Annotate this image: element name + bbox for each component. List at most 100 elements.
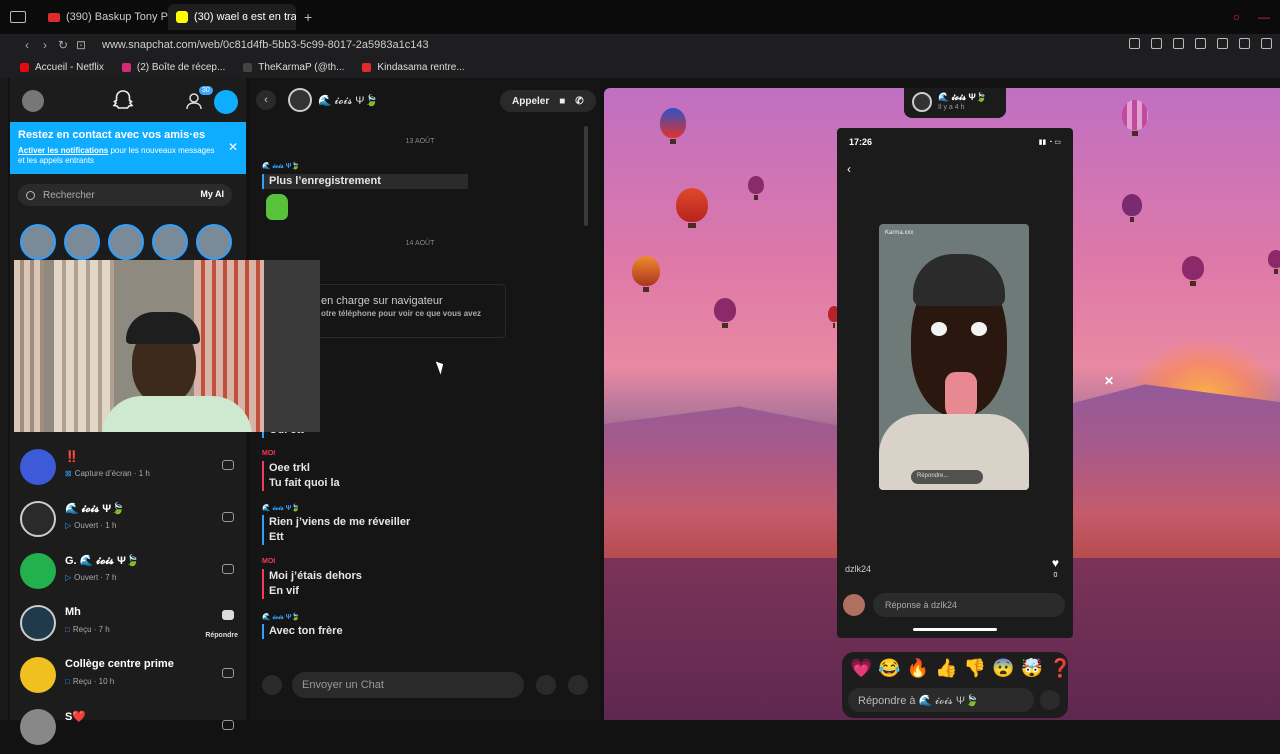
- message[interactable]: Avec ton frère: [262, 624, 343, 639]
- close-icon[interactable]: ✕: [1104, 374, 1114, 388]
- tab-snapchat[interactable]: (30) wael ɞ est en train d: [168, 4, 296, 30]
- search-input[interactable]: Rechercher My AI: [18, 184, 232, 206]
- avatar: [843, 594, 865, 616]
- fire-emoji-icon[interactable]: 🔥: [907, 658, 929, 679]
- avatar: [20, 605, 56, 641]
- camera-icon[interactable]: [222, 512, 234, 522]
- sticker-icon[interactable]: [568, 675, 588, 695]
- camera-icon[interactable]: [262, 675, 282, 695]
- list-item[interactable]: S❤️: [10, 702, 246, 754]
- forward-arrow-icon[interactable]: ›: [36, 38, 54, 52]
- camera-icon[interactable]: [222, 610, 234, 620]
- list-item[interactable]: ‼️ ⊠ Capture d’écran · 1 h: [10, 442, 246, 494]
- list-item[interactable]: Collège centre prime □ Reçu · 10 h: [10, 650, 246, 702]
- bookmark-label: (2) Boîte de récep...: [136, 61, 226, 73]
- message[interactable]: Moi j’étais dehors En vif: [262, 569, 362, 599]
- story-avatar[interactable]: [20, 224, 56, 260]
- message[interactable]: Rien j’viens de me réveiller Ett: [262, 515, 410, 545]
- contact-name[interactable]: 🌊 𝓲𝓸𝓲𝓼 Ψ🍃: [318, 94, 378, 108]
- home-indicator: [913, 628, 997, 631]
- chat-name: Collège centre prime: [65, 658, 174, 670]
- address-tools: [1129, 38, 1272, 49]
- balloon: [660, 108, 686, 144]
- url-field[interactable]: www.snapchat.com/web/0c81d4fb-5bb3-5c99-…: [102, 39, 429, 51]
- person-eye: [931, 322, 947, 336]
- close-icon[interactable]: ✕: [228, 140, 238, 154]
- message-line: Tu fait quoi la: [269, 477, 340, 489]
- camera-icon[interactable]: [222, 460, 234, 470]
- bookmark-youtube[interactable]: Kindasama rentre...: [362, 62, 465, 73]
- chat-status: ⊠ Capture d’écran · 1 h: [65, 469, 150, 478]
- new-chat-button[interactable]: [214, 90, 238, 114]
- reply-button[interactable]: Répondre: [205, 632, 238, 639]
- tab-overview-icon[interactable]: [10, 11, 26, 23]
- play-icon[interactable]: [1195, 38, 1206, 49]
- story-avatar[interactable]: [64, 224, 100, 260]
- profile-avatar[interactable]: [22, 90, 44, 112]
- bookmark-tiktok[interactable]: TheKarmaP (@th...: [243, 62, 344, 73]
- person-shirt: [102, 396, 252, 432]
- story-owner-name: 🌊 𝓲𝓸𝓲𝓼 Ψ🍃: [938, 92, 988, 102]
- thumbs-down-emoji-icon[interactable]: 👎: [964, 658, 986, 679]
- emoji-icon[interactable]: [536, 675, 556, 695]
- list-item[interactable]: 🌊 𝓲𝓸𝓲𝓼 Ψ🍃 ▷ Ouvert · 1 h: [10, 494, 246, 546]
- reload-icon[interactable]: ↻: [54, 38, 72, 52]
- heart-emoji-icon[interactable]: 💗: [850, 658, 872, 679]
- person-cap: [126, 312, 200, 344]
- list-item[interactable]: G. 🌊 𝓲𝓸𝓲𝓼 Ψ🍃 ▷ Ouvert · 7 h: [10, 546, 246, 598]
- balloon: [1182, 256, 1204, 286]
- screenshot-icon[interactable]: [1151, 38, 1162, 49]
- my-ai-button[interactable]: My AI: [200, 189, 224, 199]
- snapchat-ghost-icon[interactable]: [110, 88, 136, 114]
- chat-name: 🌊 𝓲𝓸𝓲𝓼 Ψ🍃: [65, 503, 125, 515]
- story-reply-input[interactable]: Répondre à 🌊 𝓲𝓸𝓲𝓼 Ψ🍃: [848, 688, 1034, 712]
- heart-icon[interactable]: [1217, 38, 1228, 49]
- avatar[interactable]: [288, 88, 312, 112]
- unsupported-content-box: en charge sur navigateur otre téléphone …: [312, 284, 506, 338]
- menu-icon[interactable]: [1261, 38, 1272, 49]
- laugh-emoji-icon[interactable]: 😂: [878, 658, 900, 679]
- minimize-icon[interactable]: —: [1258, 10, 1270, 24]
- address-bar: ‹ › ↻ ⊡ www.snapchat.com/web/0c81d4fb-5b…: [0, 34, 1280, 56]
- mind-blown-emoji-icon[interactable]: 🤯: [1021, 658, 1043, 679]
- back-arrow-icon[interactable]: ‹: [18, 38, 36, 52]
- video-camera-icon[interactable]: ■: [559, 96, 565, 107]
- message[interactable]: Oee trkl Tu fait quoi la: [262, 461, 340, 491]
- chat-name: G. 🌊 𝓲𝓸𝓲𝓼 Ψ🍃: [65, 555, 140, 567]
- pin-icon[interactable]: [1129, 38, 1140, 49]
- sticker-icon[interactable]: [1040, 690, 1060, 710]
- story-owner-chip[interactable]: 🌊 𝓲𝓸𝓲𝓼 Ψ🍃 Il y a 4 h: [904, 88, 1006, 118]
- balloon: [632, 256, 660, 292]
- list-item[interactable]: Mh □ Reçu · 7 h Répondre: [10, 598, 246, 650]
- shield-icon[interactable]: [1173, 38, 1184, 49]
- story-avatar[interactable]: [108, 224, 144, 260]
- question-emoji-icon[interactable]: ❓: [1049, 658, 1071, 679]
- tab-youtube[interactable]: (390) Baskup Tony Parker: [40, 4, 168, 30]
- back-button[interactable]: ‹: [256, 90, 276, 110]
- instagram-icon: [121, 62, 131, 72]
- chat-composer: Envoyer un Chat: [258, 672, 594, 698]
- call-button[interactable]: Appeler ■ ✆: [500, 90, 596, 112]
- phone-time: 17:26: [849, 137, 873, 147]
- bookmark-instagram[interactable]: (2) Boîte de récep...: [121, 61, 226, 73]
- enable-notifications-link[interactable]: Activer les notifications: [18, 146, 108, 155]
- story-avatar[interactable]: [196, 224, 232, 260]
- tab-label: (390) Baskup Tony Parker: [66, 11, 168, 23]
- camera-icon[interactable]: [222, 720, 234, 730]
- camera-icon[interactable]: [222, 564, 234, 574]
- snapchat-icon: [176, 11, 188, 23]
- search-icon[interactable]: ○: [1233, 10, 1240, 24]
- message[interactable]: Plus l’enregistrement: [262, 174, 468, 189]
- thumbs-up-emoji-icon[interactable]: 👍: [935, 658, 957, 679]
- new-tab-button[interactable]: +: [304, 9, 312, 25]
- download-icon[interactable]: [1239, 38, 1250, 49]
- balloon: [1268, 250, 1280, 274]
- camera-icon[interactable]: [222, 668, 234, 678]
- phone-icon[interactable]: ✆: [575, 96, 583, 107]
- story-avatar[interactable]: [152, 224, 188, 260]
- fear-emoji-icon[interactable]: 😨: [992, 658, 1014, 679]
- youtube-icon: [48, 12, 60, 22]
- bookmark-netflix[interactable]: Accueil - Netflix: [20, 62, 104, 73]
- chat-input[interactable]: Envoyer un Chat: [292, 672, 524, 698]
- message-line: Oee trkl: [269, 462, 310, 474]
